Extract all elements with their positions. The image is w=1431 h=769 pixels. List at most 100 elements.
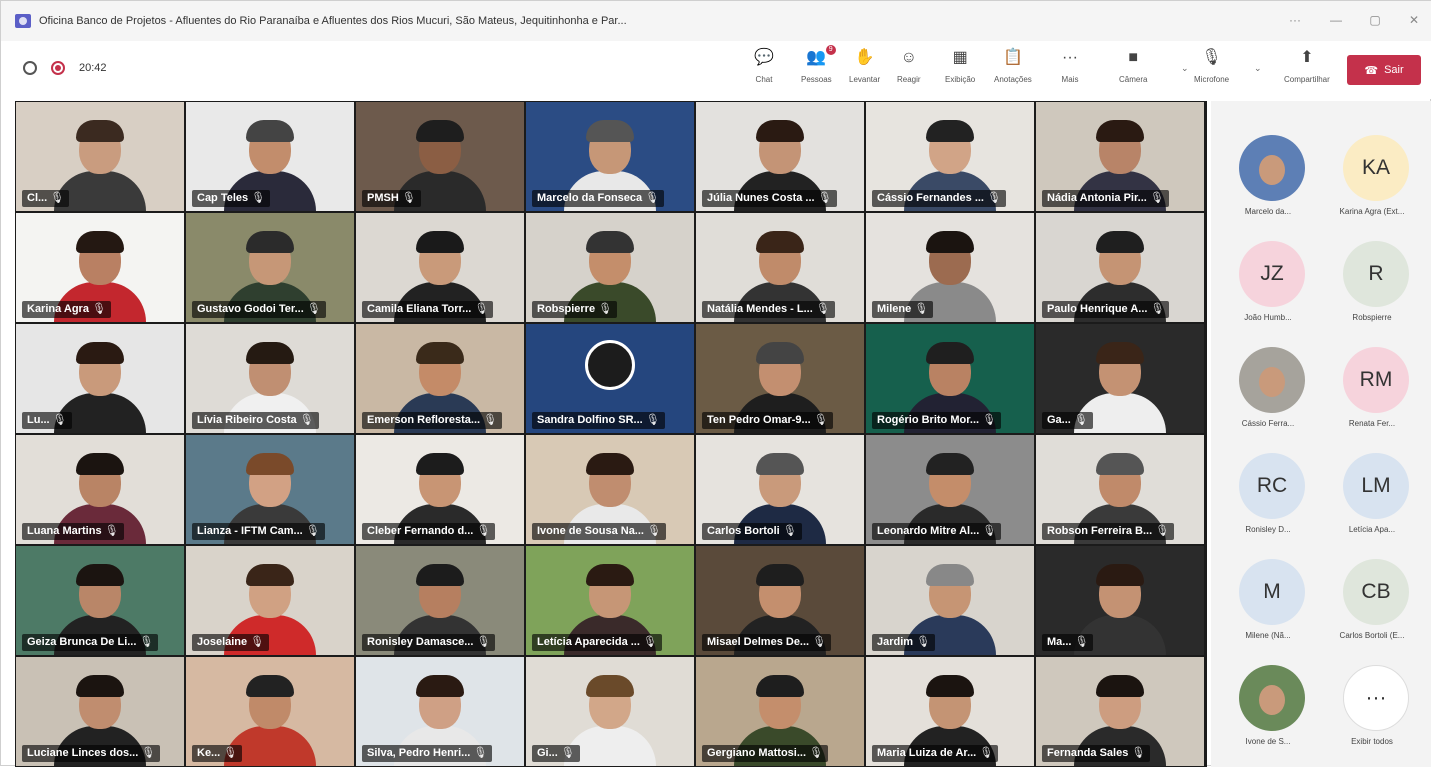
mic-muted-icon: 🎙 [646,525,661,537]
participant-avatar-tile[interactable]: RM Renata Fer... [1319,347,1419,451]
participant-video-tile[interactable]: Silva, Pedro Henri... 🎙 [356,657,524,766]
chat-button[interactable]: 💬 Chat [753,47,775,93]
participant-video-tile[interactable]: Robson Ferreira B... 🎙 [1036,435,1204,544]
person-hair [926,120,974,142]
participant-avatar-tile[interactable]: Ivone de S... [1215,665,1315,769]
person-hair [926,564,974,586]
participant-name: Geiza Brunca De Li... [27,636,137,648]
camera-icon: ■ [1128,49,1139,66]
reagir-button[interactable]: ☺ Reagir [897,47,921,93]
participant-video-tile[interactable]: Ma... 🎙 [1036,546,1204,655]
participant-video-tile[interactable]: Ronisley Damasce... 🎙 [356,546,524,655]
participant-avatar-tile[interactable]: CB Carlos Bortoli (E... [1319,559,1419,663]
participant-video-tile[interactable]: Cássio Fernandes ... 🎙 [866,102,1034,211]
mic-muted-icon: 🎙 [306,303,321,315]
participant-video-tile[interactable]: PMSH 🎙 [356,102,524,211]
person-hair [586,675,634,697]
participant-avatar-tile[interactable]: Cássio Ferra... [1215,347,1315,451]
participant-name-tag: Lu... 🎙 [22,412,72,429]
participant-video-tile[interactable]: Luciane Linces dos... 🎙 [16,657,184,766]
anota-es-button[interactable]: 📋 Anotações [994,47,1032,93]
participant-video-tile[interactable]: Marcelo da Fonseca 🎙 [526,102,694,211]
participant-avatar-tile[interactable]: R Robspierre [1319,241,1419,345]
participant-video-tile[interactable]: Fernanda Sales 🎙 [1036,657,1204,766]
participant-video-tile[interactable]: Ke... 🎙 [186,657,354,766]
participant-video-tile[interactable]: Natália Mendes - L... 🎙 [696,213,864,322]
mic-options-chevron-icon[interactable]: ⌄ [1254,63,1262,74]
participant-video-tile[interactable]: Rogério Brito Mor... 🎙 [866,324,1034,433]
mic-muted-icon: 🎙 [782,525,797,537]
camera-options-chevron-icon[interactable]: ⌄ [1181,63,1189,74]
participant-video-tile[interactable]: Lianza - IFTM Cam... 🎙 [186,435,354,544]
minimize-button[interactable]: — [1326,13,1346,27]
participant-avatar-tile[interactable]: Marcelo da... [1215,135,1315,239]
participant-avatar-tile[interactable]: JZ João Humb... [1215,241,1315,345]
levantar-button[interactable]: ✋ Levantar [849,47,880,93]
recording-icon [51,61,65,75]
participant-video-tile[interactable]: Lu... 🎙 [16,324,184,433]
participant-video-tile[interactable]: Milene 🎙 [866,213,1034,322]
person-hair [416,120,464,142]
avatar: KA [1343,135,1409,201]
participant-name: Cássio Fernandes ... [877,192,984,204]
participant-name: Misael Delmes De... [707,636,810,648]
person-hair [756,120,804,142]
participant-video-tile[interactable]: Robspierre 🎙 [526,213,694,322]
participant-video-tile[interactable]: Ga... 🎙 [1036,324,1204,433]
participant-video-tile[interactable]: Karina Agra 🎙 [16,213,184,322]
participant-avatar-tile[interactable]: LM Letícia Apa... [1319,453,1419,557]
mic-muted-icon: 🎙 [52,414,67,426]
participant-video-tile[interactable]: Gustavo Godoi Ter... 🎙 [186,213,354,322]
person-hair [246,120,294,142]
participant-name: Luciane Linces dos... [27,747,139,759]
participant-video-tile[interactable]: Júlia Nunes Costa ... 🎙 [696,102,864,211]
shield-icon[interactable] [23,61,37,75]
leave-button[interactable]: ☎ Sair [1347,55,1421,85]
participant-name: Milene (Nã... [1245,631,1291,640]
pessoas-button[interactable]: 👥 9 Pessoas [801,45,836,93]
show-all-participants-button[interactable]: ··· Exibir todos [1319,665,1419,769]
participant-video-tile[interactable]: Nádia Antonia Pir... 🎙 [1036,102,1204,211]
compartilhar-button[interactable]: ⬆ Compartilhar [1284,47,1330,93]
participant-video-tile[interactable]: Jardim 🎙 [866,546,1034,655]
participant-name: Karina Agra (Ext... [1339,207,1405,216]
participant-video-tile[interactable]: Gi... 🎙 [526,657,694,766]
mic-muted-icon: 🎙 [1073,414,1088,426]
participant-video-tile[interactable]: Leonardo Mitre Al... 🎙 [866,435,1034,544]
microfone-button[interactable]: 🎙 Microfone [1194,47,1229,93]
participant-video-tile[interactable]: Camila Eliana Torr... 🎙 [356,213,524,322]
participant-video-tile[interactable]: Emerson Refloresta... 🎙 [356,324,524,433]
participant-avatar-tile[interactable]: KA Karina Agra (Ext... [1319,135,1419,239]
exibi-o-button[interactable]: ▦ Exibição [945,47,975,93]
participant-video-tile[interactable]: Cap Teles 🎙 [186,102,354,211]
more-options-button[interactable]: ··· [1285,13,1305,27]
participant-name-tag: Fernanda Sales 🎙 [1042,745,1151,762]
restore-button[interactable]: ▢ [1365,13,1385,27]
c-mera-button[interactable]: ■ Câmera [1119,47,1147,93]
participant-video-tile[interactable]: Misael Delmes De... 🎙 [696,546,864,655]
participant-video-tile[interactable]: Sandra Dolfino SR... 🎙 [526,324,694,433]
participant-video-tile[interactable]: Lívia Ribeiro Costa 🎙 [186,324,354,433]
participant-avatar-tile[interactable]: M Milene (Nã... [1215,559,1315,663]
participant-video-tile[interactable]: Ivone de Sousa Na... 🎙 [526,435,694,544]
participant-video-tile[interactable]: Carlos Bortoli 🎙 [696,435,864,544]
obs-logo-icon [585,340,635,390]
participant-video-tile[interactable]: Maria Luiza de Ar... 🎙 [866,657,1034,766]
participant-video-tile[interactable]: Gergiano Mattosi... 🎙 [696,657,864,766]
participant-avatar-tile[interactable]: RC Ronisley D... [1215,453,1315,557]
participant-video-tile[interactable]: Cleber Fernando d... 🎙 [356,435,524,544]
participant-name: Cap Teles [197,192,249,204]
participant-video-tile[interactable]: Paulo Henrique A... 🎙 [1036,213,1204,322]
participant-name: Gustavo Godoi Ter... [197,303,304,315]
participant-video-tile[interactable]: Luana Martins 🎙 [16,435,184,544]
person-hair [76,231,124,253]
mic-muted-icon: 🎙 [401,192,416,204]
mais-button[interactable]: ··· Mais [1059,47,1081,93]
participant-video-tile[interactable]: Ten Pedro Omar-9... 🎙 [696,324,864,433]
participant-video-tile[interactable]: Joselaine 🎙 [186,546,354,655]
participant-video-tile[interactable]: Letícia Aparecida ... 🎙 [526,546,694,655]
participant-video-tile[interactable]: Geiza Brunca De Li... 🎙 [16,546,184,655]
close-button[interactable]: ✕ [1404,13,1424,27]
participant-video-tile[interactable]: Cl... 🎙 [16,102,184,211]
person-hair [1096,453,1144,475]
